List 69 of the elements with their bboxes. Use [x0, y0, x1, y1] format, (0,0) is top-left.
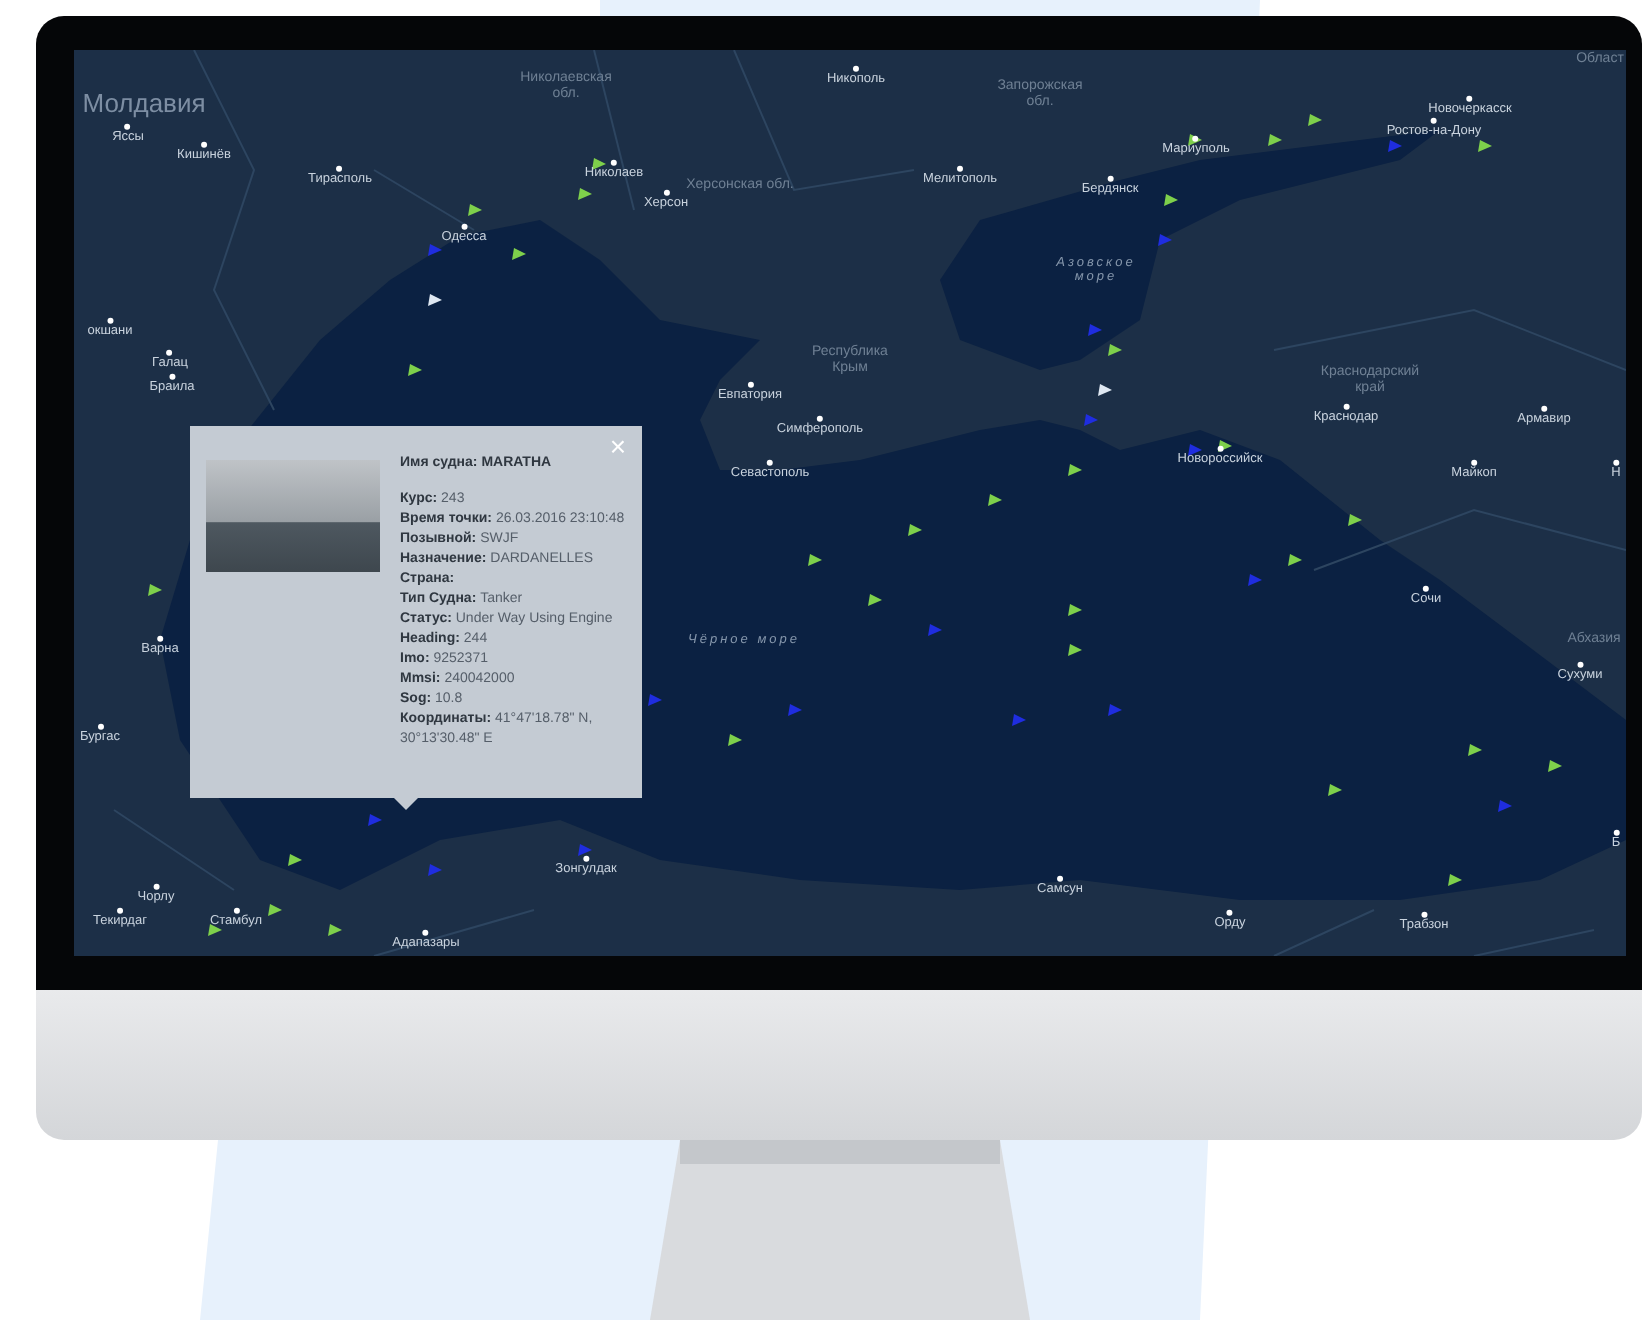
ship-icon[interactable]: [988, 494, 1002, 506]
city-dot-icon: [169, 373, 175, 380]
city-dot-icon: [1541, 405, 1547, 412]
city-dot-icon: [1217, 445, 1223, 452]
ship-icon[interactable]: [1548, 760, 1562, 772]
city-dot-icon: [1613, 829, 1619, 836]
city-dot-icon: [1193, 135, 1199, 142]
ship-icon[interactable]: [1068, 604, 1082, 616]
ship-icon[interactable]: [1068, 644, 1082, 656]
city-dot-icon: [157, 635, 163, 642]
city-dot-icon: [1471, 459, 1477, 466]
city-dot-icon: [611, 159, 617, 166]
city-dot-icon: [1343, 403, 1349, 410]
city-dot-icon: [461, 223, 467, 230]
ship-icon[interactable]: [1308, 114, 1322, 126]
city-dot-icon: [423, 929, 429, 936]
ship-icon[interactable]: [512, 248, 526, 260]
ship-icon[interactable]: [1268, 134, 1282, 146]
city-dot-icon: [1423, 585, 1429, 592]
city-dot-icon: [97, 723, 103, 730]
ship-icon[interactable]: [728, 734, 742, 746]
ship-icon[interactable]: [1468, 744, 1482, 756]
city-dot-icon: [957, 165, 963, 172]
ship-icon[interactable]: [1068, 464, 1082, 476]
city-dot-icon: [1467, 95, 1473, 102]
city-dot-icon: [853, 65, 859, 72]
city-dot-icon: [1613, 459, 1619, 466]
ship-icon[interactable]: [468, 204, 482, 216]
ship-icon[interactable]: [578, 188, 592, 200]
city-dot-icon: [1057, 875, 1063, 882]
city-dot-icon: [1107, 175, 1113, 182]
city-dot-icon: [125, 123, 131, 130]
city-dot-icon: [167, 349, 173, 356]
city-dot-icon: [201, 141, 207, 148]
ship-icon[interactable]: [328, 924, 342, 936]
ship-icon[interactable]: [288, 854, 302, 866]
city-dot-icon: [817, 415, 823, 422]
ship-icon[interactable]: [428, 294, 442, 306]
ship-icon[interactable]: [268, 904, 282, 916]
ship-icon[interactable]: [1328, 784, 1342, 796]
city-dot-icon: [767, 459, 773, 466]
city-dot-icon: [663, 189, 669, 196]
city-dot-icon: [117, 907, 123, 914]
city-dot-icon: [1421, 911, 1427, 918]
ship-icon[interactable]: [1164, 194, 1178, 206]
city-dot-icon: [233, 907, 239, 914]
city-dot-icon: [107, 317, 113, 324]
city-dot-icon: [1227, 909, 1233, 916]
city-dot-icon: [1577, 661, 1583, 668]
map-label: Молдавия: [82, 89, 206, 119]
city-dot-icon: [1431, 117, 1437, 124]
ship-icon[interactable]: [1348, 514, 1362, 526]
ship-icon[interactable]: [148, 584, 162, 596]
ship-icon[interactable]: [208, 924, 222, 936]
ship-icon[interactable]: [1098, 384, 1112, 396]
ship-icon[interactable]: [808, 554, 822, 566]
city-dot-icon: [153, 883, 159, 890]
city-dot-icon: [337, 165, 343, 172]
ship-icon[interactable]: [868, 594, 882, 606]
city-dot-icon: [583, 855, 589, 862]
city-dot-icon: [747, 381, 753, 388]
ship-icon[interactable]: [1478, 140, 1492, 152]
ship-icon[interactable]: [1448, 874, 1462, 886]
ship-icon[interactable]: [1188, 444, 1202, 456]
close-button[interactable]: ×: [609, 432, 626, 460]
ship-icon[interactable]: [408, 364, 422, 376]
ship-icon[interactable]: [908, 524, 922, 536]
ship-icon[interactable]: [592, 158, 606, 170]
ship-icon[interactable]: [1288, 554, 1302, 566]
